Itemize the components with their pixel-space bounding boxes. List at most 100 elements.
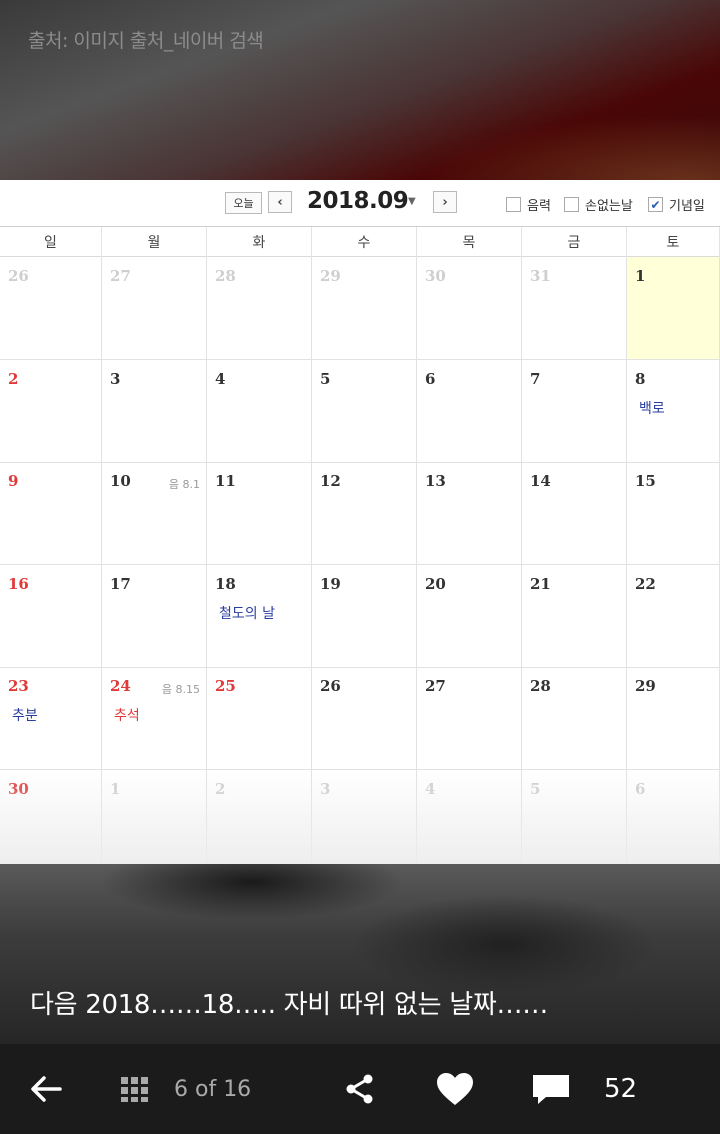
calendar-day-cell[interactable]: 24 음 8.15 추석 bbox=[102, 667, 207, 770]
calendar-day-cell[interactable]: 20 bbox=[417, 565, 522, 668]
calendar-day-cell[interactable]: 3 bbox=[102, 360, 207, 463]
day-number: 22 bbox=[635, 575, 656, 593]
weekday-label: 목 bbox=[417, 227, 522, 257]
calendar-day-cell[interactable]: 4 bbox=[207, 360, 312, 463]
share-icon[interactable] bbox=[344, 1044, 376, 1134]
day-number: 27 bbox=[425, 677, 446, 695]
day-number: 16 bbox=[8, 575, 29, 593]
calendar-day-cell[interactable]: 31 bbox=[522, 257, 627, 360]
lunar-date: 음 8.15 bbox=[161, 683, 200, 696]
calendar-day-cell[interactable]: 6 bbox=[417, 360, 522, 463]
calendar-day-cell[interactable]: 23 추분 bbox=[0, 667, 102, 770]
calendar-day-cell[interactable]: 27 bbox=[102, 257, 207, 360]
calendar-day-cell[interactable]: 29 bbox=[627, 667, 720, 770]
day-number: 11 bbox=[215, 472, 236, 490]
calendar-day-cell[interactable]: 14 bbox=[522, 462, 627, 565]
day-number: 15 bbox=[635, 472, 656, 490]
day-number: 14 bbox=[530, 472, 551, 490]
calendar-day-cell[interactable]: 12 bbox=[312, 462, 417, 565]
grid-icon[interactable] bbox=[120, 1044, 150, 1134]
day-number: 23 bbox=[8, 677, 29, 695]
calendar-day-cell[interactable]: 17 bbox=[102, 565, 207, 668]
checkbox-son-eomneun-nal[interactable] bbox=[564, 197, 579, 212]
caret-down-icon[interactable]: ▼ bbox=[408, 196, 416, 207]
calendar-day-cell[interactable]: 16 bbox=[0, 565, 102, 668]
bottom-toolbar: 6 of 16 52 bbox=[0, 1044, 720, 1134]
day-event-label: 철도의 날 bbox=[219, 606, 275, 622]
day-number: 30 bbox=[425, 267, 446, 285]
day-number: 31 bbox=[530, 267, 551, 285]
calendar-toolbar: 오늘 ‹ 2018.09 ▼ › 음력 손없는날 ✔ 기념일 bbox=[0, 180, 720, 226]
day-event-label: 추석 bbox=[114, 708, 140, 724]
weekday-label: 토 bbox=[627, 227, 720, 257]
day-number: 19 bbox=[320, 575, 341, 593]
calendar-fade-overlay bbox=[0, 770, 720, 864]
weekday-label: 금 bbox=[522, 227, 627, 257]
calendar-day-cell[interactable]: 22 bbox=[627, 565, 720, 668]
prev-month-button[interactable]: ‹ bbox=[268, 191, 292, 213]
day-number: 9 bbox=[8, 472, 19, 490]
weekday-label: 수 bbox=[312, 227, 417, 257]
calendar-day-cell[interactable]: 26 bbox=[0, 257, 102, 360]
calendar-day-cell[interactable]: 26 bbox=[312, 667, 417, 770]
day-number: 8 bbox=[635, 370, 646, 388]
calendar-day-cell[interactable]: 18 철도의 날 bbox=[207, 565, 312, 668]
day-number: 7 bbox=[530, 370, 541, 388]
next-month-button[interactable]: › bbox=[433, 191, 457, 213]
calendar-day-cell[interactable]: 29 bbox=[312, 257, 417, 360]
option-anniversary-label: 기념일 bbox=[669, 199, 705, 214]
day-number: 28 bbox=[215, 267, 236, 285]
calendar-day-cell[interactable]: 8 백로 bbox=[627, 360, 720, 463]
calendar-day-cell[interactable]: 2 bbox=[0, 360, 102, 463]
calendar-day-cell[interactable]: 11 bbox=[207, 462, 312, 565]
calendar-day-cell[interactable]: 10 음 8.1 bbox=[102, 462, 207, 565]
day-number: 5 bbox=[320, 370, 331, 388]
day-number: 26 bbox=[320, 677, 341, 695]
calendar-day-cell[interactable]: 7 bbox=[522, 360, 627, 463]
calendar-day-cell[interactable]: 27 bbox=[417, 667, 522, 770]
calendar-day-cell[interactable]: 25 bbox=[207, 667, 312, 770]
weekday-label: 일 bbox=[0, 227, 102, 257]
day-number: 1 bbox=[635, 267, 646, 285]
weekday-header: 일월화수목금토 bbox=[0, 226, 720, 257]
day-number: 17 bbox=[110, 575, 131, 593]
comment-icon[interactable] bbox=[532, 1044, 570, 1134]
day-event-label: 백로 bbox=[639, 401, 665, 417]
day-number: 3 bbox=[110, 370, 121, 388]
checkbox-lunar[interactable] bbox=[506, 197, 521, 212]
day-number: 29 bbox=[320, 267, 341, 285]
weekday-label: 월 bbox=[102, 227, 207, 257]
day-number: 27 bbox=[110, 267, 131, 285]
calendar-day-cell[interactable]: 30 bbox=[417, 257, 522, 360]
day-number: 24 bbox=[110, 677, 131, 695]
day-number: 25 bbox=[215, 677, 236, 695]
calendar-day-cell[interactable]: 15 bbox=[627, 462, 720, 565]
option-anniversary[interactable]: ✔ 기념일 bbox=[648, 195, 705, 214]
option-son-eomneun-nal-label: 손없는날 bbox=[585, 199, 633, 214]
calendar-day-cell[interactable]: 28 bbox=[522, 667, 627, 770]
day-number: 6 bbox=[425, 370, 436, 388]
option-lunar[interactable]: 음력 bbox=[506, 195, 551, 214]
day-number: 20 bbox=[425, 575, 446, 593]
calendar-day-cell[interactable]: 19 bbox=[312, 565, 417, 668]
calendar-image: 오늘 ‹ 2018.09 ▼ › 음력 손없는날 ✔ 기념일 일월화수목금토 2… bbox=[0, 180, 720, 864]
day-number: 28 bbox=[530, 677, 551, 695]
today-button[interactable]: 오늘 bbox=[225, 192, 262, 214]
calendar-day-cell[interactable]: 1 bbox=[627, 257, 720, 360]
calendar-day-cell[interactable]: 21 bbox=[522, 565, 627, 668]
calendar-day-cell[interactable]: 28 bbox=[207, 257, 312, 360]
image-caption: 다음 2018……18….. 자비 따위 없는 날짜…… bbox=[30, 990, 548, 1020]
page-counter: 6 of 16 bbox=[174, 1076, 252, 1102]
heart-icon[interactable] bbox=[436, 1044, 474, 1134]
day-number: 26 bbox=[8, 267, 29, 285]
comment-count: 52 bbox=[604, 1074, 638, 1104]
option-lunar-label: 음력 bbox=[527, 199, 551, 214]
calendar-day-cell[interactable]: 5 bbox=[312, 360, 417, 463]
month-title: 2018.09 bbox=[307, 188, 409, 214]
option-son-eomneun-nal[interactable]: 손없는날 bbox=[564, 195, 633, 214]
calendar-day-cell[interactable]: 9 bbox=[0, 462, 102, 565]
lunar-date: 음 8.1 bbox=[168, 478, 200, 491]
back-arrow-icon[interactable] bbox=[28, 1044, 64, 1134]
calendar-day-cell[interactable]: 13 bbox=[417, 462, 522, 565]
checkbox-anniversary[interactable]: ✔ bbox=[648, 197, 663, 212]
